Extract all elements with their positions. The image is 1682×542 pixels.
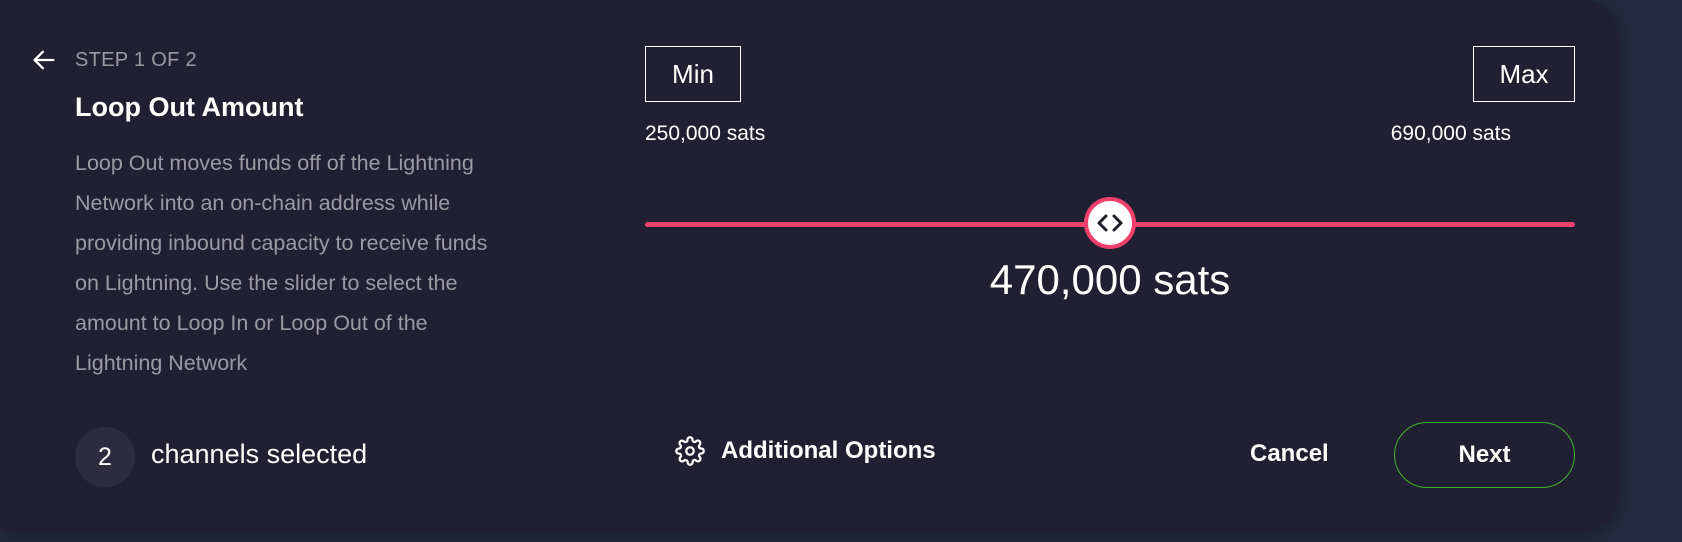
step-label: STEP 1 OF 2 [75, 49, 197, 71]
back-arrow-icon[interactable] [30, 46, 58, 74]
additional-options-label: Additional Options [721, 437, 936, 464]
amount-slider-handle[interactable] [1084, 197, 1136, 249]
max-amount: 690,000 sats [1390, 122, 1511, 145]
page-title: Loop Out Amount [75, 92, 304, 122]
selected-amount: 470,000 sats [989, 256, 1231, 303]
loop-wizard-panel: STEP 1 OF 2 Loop Out Amount Loop Out mov… [0, 0, 1618, 530]
chevrons-left-right-icon [1097, 214, 1123, 232]
additional-options-button[interactable]: Additional Options [675, 436, 936, 466]
channel-count-badge: 2 [75, 427, 135, 487]
next-button[interactable]: Next [1394, 422, 1575, 488]
cancel-button[interactable]: Cancel [1250, 440, 1329, 468]
gear-icon [675, 436, 705, 466]
max-button[interactable]: Max [1473, 46, 1575, 102]
channels-selected-label: channels selected [151, 439, 368, 469]
min-amount: 250,000 sats [645, 122, 766, 145]
min-button[interactable]: Min [645, 46, 741, 102]
description-text: Loop Out moves funds off of the Lightnin… [75, 151, 488, 375]
